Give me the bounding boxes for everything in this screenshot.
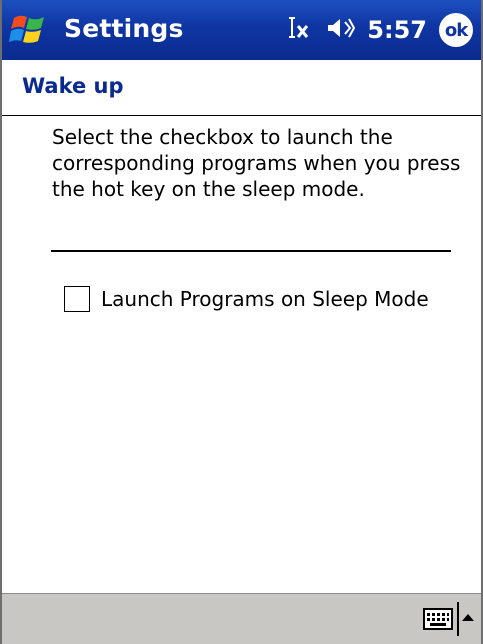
- ok-button[interactable]: ok: [439, 13, 473, 47]
- pocket-pc-screen: Settings 5:57 ok Wake up Select the chec…: [0, 0, 483, 644]
- app-title: Settings: [64, 14, 184, 43]
- launch-programs-option[interactable]: Launch Programs on Sleep Mode: [64, 286, 429, 312]
- launch-programs-label[interactable]: Launch Programs on Sleep Mode: [101, 287, 429, 311]
- clock[interactable]: 5:57: [367, 16, 427, 44]
- page-header: Wake up: [2, 60, 481, 116]
- system-tray: 5:57 ok: [285, 11, 473, 49]
- description-text: Select the checkbox to launch the corres…: [52, 125, 461, 201]
- windows-start-icon[interactable]: [8, 10, 50, 50]
- page-title: Wake up: [22, 74, 124, 98]
- input-mode-icon[interactable]: [285, 15, 313, 45]
- menu-bar: [2, 593, 481, 644]
- launch-programs-checkbox[interactable]: [64, 286, 90, 312]
- title-bar: Settings 5:57 ok: [2, 0, 481, 60]
- volume-icon[interactable]: [325, 15, 356, 45]
- sip-divider: [457, 602, 459, 636]
- sip-arrow-up-icon[interactable]: [461, 610, 475, 624]
- keyboard-icon[interactable]: [423, 607, 453, 631]
- divider: [51, 250, 451, 252]
